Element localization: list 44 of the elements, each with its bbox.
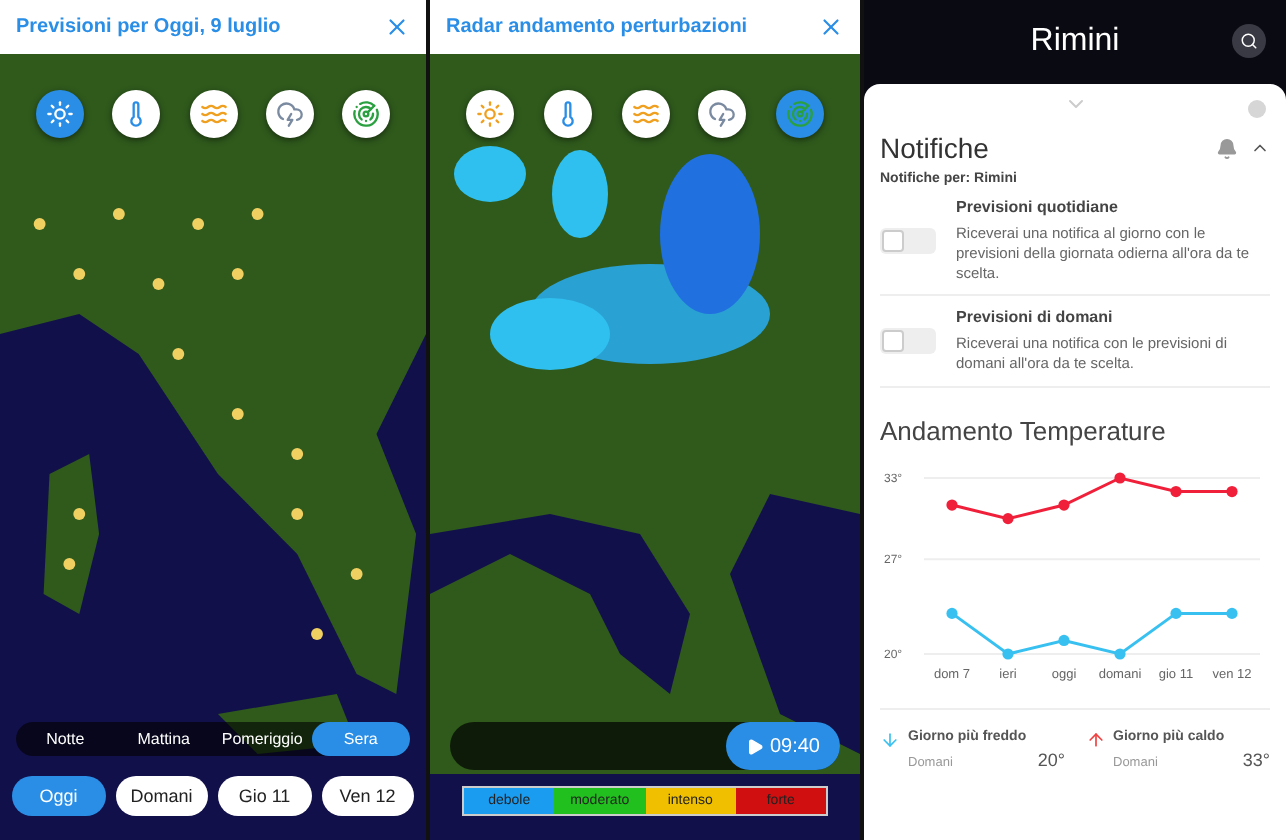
arrow-up-icon xyxy=(1085,729,1105,750)
close-icon[interactable] xyxy=(384,14,410,40)
data-point xyxy=(1226,485,1238,497)
data-point xyxy=(946,499,958,511)
section-title: Notifiche xyxy=(880,132,991,164)
storm-cloud-icon xyxy=(708,100,737,128)
data-point xyxy=(1114,647,1126,660)
notification-title: Previsioni quotidiane xyxy=(956,198,1120,216)
bell-icon xyxy=(1216,137,1238,159)
toggle-switch[interactable] xyxy=(880,328,936,354)
search-button[interactable] xyxy=(1232,24,1266,58)
data-point xyxy=(1058,499,1070,511)
storm-cloud-icon xyxy=(275,100,304,128)
panel-title: Previsioni per Oggi, 9 luglio xyxy=(16,16,281,38)
data-point xyxy=(1002,512,1014,524)
toggle-switch[interactable] xyxy=(880,227,936,254)
data-point xyxy=(1170,485,1182,497)
arrow-down-icon xyxy=(880,729,900,750)
day-button[interactable]: Gio 11 xyxy=(218,776,311,816)
city-title: Rimini xyxy=(1030,24,1120,60)
radar-icon xyxy=(786,100,814,128)
section-title: Andamento Temperature xyxy=(880,415,1168,446)
data-point xyxy=(946,607,958,619)
panel-title: Radar andamento perturbazioni xyxy=(446,16,748,38)
close-icon[interactable] xyxy=(818,14,844,40)
waves-icon xyxy=(199,100,227,128)
search-icon xyxy=(1240,32,1258,50)
stat-value: 33° xyxy=(1242,749,1270,770)
radar-icon xyxy=(352,100,380,128)
sun-icon xyxy=(476,100,504,128)
data-point xyxy=(1170,607,1182,619)
data-point xyxy=(1058,634,1070,646)
notification-title: Previsioni di domani xyxy=(956,308,1115,327)
data-point xyxy=(1114,471,1126,484)
time-of-day-tab[interactable]: Mattina xyxy=(114,722,213,756)
waves-icon xyxy=(631,100,659,128)
day-button[interactable]: Domani xyxy=(115,776,208,816)
time-of-day-tab[interactable]: Notte xyxy=(16,722,115,756)
stat-value: 20° xyxy=(1037,749,1065,770)
sun-icon xyxy=(46,100,74,128)
data-point xyxy=(1226,607,1238,619)
day-button[interactable]: Ven 12 xyxy=(321,776,414,816)
data-point xyxy=(1002,647,1014,660)
play-icon xyxy=(745,737,764,755)
